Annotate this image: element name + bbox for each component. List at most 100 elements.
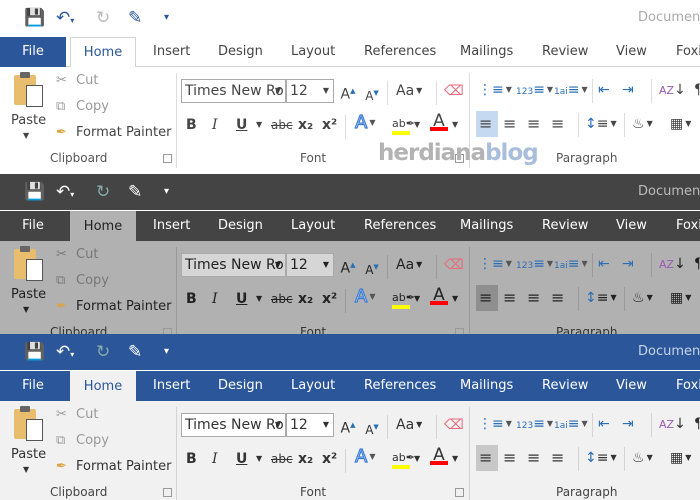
- clear-formatting-icon[interactable]: ⌫: [444, 415, 464, 435]
- subscript-button[interactable]: x₂: [298, 115, 313, 135]
- tab-view[interactable]: View: [616, 371, 647, 401]
- subscript-button[interactable]: x₂: [298, 449, 313, 469]
- underline-button[interactable]: U: [236, 449, 247, 469]
- bold-button[interactable]: B: [186, 115, 197, 135]
- format-painter-button[interactable]: ✒ Format Painter: [56, 459, 171, 474]
- tab-review[interactable]: Review: [542, 371, 588, 401]
- font-size-combobox[interactable]: 12 ▼: [286, 79, 334, 103]
- underline-dropdown-icon[interactable]: ▼: [256, 449, 262, 469]
- borders-button[interactable]: ▦ ▼: [670, 112, 691, 136]
- clipboard-dialog-launcher[interactable]: [163, 488, 172, 497]
- tab-view[interactable]: View: [616, 211, 647, 241]
- tab-design[interactable]: Design: [218, 37, 263, 67]
- shrink-font-button[interactable]: A▼: [364, 257, 380, 280]
- align-left-button[interactable]: ≡: [479, 286, 492, 310]
- grow-font-button[interactable]: A▲: [340, 415, 356, 439]
- shading-button[interactable]: ♨ ▼: [632, 446, 653, 470]
- align-left-button[interactable]: ≡: [479, 112, 492, 136]
- underline-button[interactable]: U: [236, 115, 247, 135]
- align-center-button[interactable]: ≡: [503, 286, 516, 310]
- copy-button[interactable]: ⧉ Copy: [56, 99, 109, 114]
- touch-mode-icon[interactable]: ✎: [128, 342, 142, 362]
- tab-design[interactable]: Design: [218, 371, 263, 401]
- bold-button[interactable]: B: [186, 449, 197, 469]
- highlight-dropdown-icon[interactable]: ▼: [414, 115, 420, 135]
- font-color-dropdown-icon[interactable]: ▼: [452, 115, 458, 135]
- align-center-button[interactable]: ≡: [503, 112, 516, 136]
- tab-mailings[interactable]: Mailings: [460, 371, 513, 401]
- shading-button[interactable]: ♨ ▼: [632, 112, 653, 136]
- tab-layout[interactable]: Layout: [291, 37, 335, 67]
- tab-review[interactable]: Review: [542, 37, 588, 67]
- tab-layout[interactable]: Layout: [291, 371, 335, 401]
- tab-home[interactable]: Home: [70, 211, 136, 242]
- underline-button[interactable]: U: [236, 289, 247, 309]
- justify-button[interactable]: ≡: [551, 446, 564, 470]
- undo-icon[interactable]: ↶▾: [56, 8, 74, 28]
- highlight-color-button[interactable]: ab✒: [392, 287, 415, 309]
- bullets-button[interactable]: ⋮≡ ▼: [478, 252, 512, 276]
- tab-insert[interactable]: Insert: [153, 371, 190, 401]
- paste-dropdown-icon[interactable]: ▼: [23, 305, 29, 314]
- superscript-button[interactable]: x²: [322, 115, 337, 135]
- font-name-combobox[interactable]: Times New Ro ▼: [181, 253, 286, 277]
- highlight-color-button[interactable]: ab✒: [392, 447, 415, 469]
- superscript-button[interactable]: x²: [322, 289, 337, 309]
- align-left-button[interactable]: ≡: [479, 446, 492, 470]
- customize-qat-icon[interactable]: ▾: [164, 182, 169, 202]
- format-painter-button[interactable]: ✒ Format Painter: [56, 125, 171, 140]
- numbering-button[interactable]: 123≡ ▼: [516, 78, 553, 102]
- align-center-button[interactable]: ≡: [503, 446, 516, 470]
- tab-references[interactable]: References: [364, 211, 436, 241]
- tab-file[interactable]: File: [0, 371, 66, 401]
- increase-indent-button[interactable]: ⇥: [622, 412, 634, 436]
- undo-icon[interactable]: ↶▾: [56, 342, 74, 362]
- cut-button[interactable]: ✂ Cut: [56, 407, 98, 422]
- decrease-indent-button[interactable]: ⇤: [598, 78, 610, 102]
- show-formatting-icon[interactable]: ¶: [694, 78, 700, 102]
- save-icon[interactable]: 💾: [24, 182, 45, 202]
- tab-view[interactable]: View: [616, 37, 647, 67]
- tab-references[interactable]: References: [364, 371, 436, 401]
- line-spacing-button[interactable]: ↕≡ ▼: [585, 446, 617, 470]
- shading-button[interactable]: ♨ ▼: [632, 286, 653, 310]
- highlight-dropdown-icon[interactable]: ▼: [414, 289, 420, 309]
- bullets-button[interactable]: ⋮≡ ▼: [478, 412, 512, 436]
- subscript-button[interactable]: x₂: [298, 289, 313, 309]
- strikethrough-button[interactable]: abc: [271, 115, 293, 135]
- redo-icon[interactable]: ↻: [96, 182, 110, 202]
- clipboard-dialog-launcher[interactable]: [163, 154, 172, 163]
- cut-button[interactable]: ✂ Cut: [56, 73, 98, 88]
- touch-mode-icon[interactable]: ✎: [128, 8, 142, 28]
- increase-indent-button[interactable]: ⇥: [622, 78, 634, 102]
- tab-review[interactable]: Review: [542, 211, 588, 241]
- sort-button[interactable]: AZ↓: [659, 252, 686, 276]
- font-size-combobox[interactable]: 12 ▼: [286, 253, 334, 277]
- font-dialog-launcher[interactable]: [455, 488, 464, 497]
- tab-foxit[interactable]: Foxi: [676, 211, 700, 241]
- customize-qat-icon[interactable]: ▾: [164, 342, 169, 362]
- justify-button[interactable]: ≡: [551, 112, 564, 136]
- copy-button[interactable]: ⧉ Copy: [56, 433, 109, 448]
- underline-dropdown-icon[interactable]: ▼: [256, 115, 262, 135]
- line-spacing-button[interactable]: ↕≡ ▼: [585, 112, 617, 136]
- tab-mailings[interactable]: Mailings: [460, 37, 513, 67]
- sort-button[interactable]: AZ↓: [659, 412, 686, 436]
- font-name-combobox[interactable]: Times New Ro ▼: [181, 413, 286, 437]
- bullets-button[interactable]: ⋮≡ ▼: [478, 78, 512, 102]
- strikethrough-button[interactable]: abc: [271, 449, 293, 469]
- font-color-button[interactable]: A: [430, 111, 448, 131]
- shrink-font-button[interactable]: A▼: [364, 83, 380, 106]
- change-case-button[interactable]: Aa ▼: [396, 81, 422, 101]
- italic-button[interactable]: I: [212, 449, 218, 469]
- borders-button[interactable]: ▦ ▼: [670, 446, 691, 470]
- text-effects-button[interactable]: A ▼: [354, 446, 375, 467]
- show-formatting-icon[interactable]: ¶: [694, 252, 700, 276]
- tab-file[interactable]: File: [0, 211, 66, 241]
- sort-button[interactable]: AZ↓: [659, 78, 686, 102]
- tab-insert[interactable]: Insert: [153, 37, 190, 67]
- redo-icon[interactable]: ↻: [96, 342, 110, 362]
- tab-home[interactable]: Home: [70, 37, 136, 68]
- font-color-dropdown-icon[interactable]: ▼: [452, 289, 458, 309]
- justify-button[interactable]: ≡: [551, 286, 564, 310]
